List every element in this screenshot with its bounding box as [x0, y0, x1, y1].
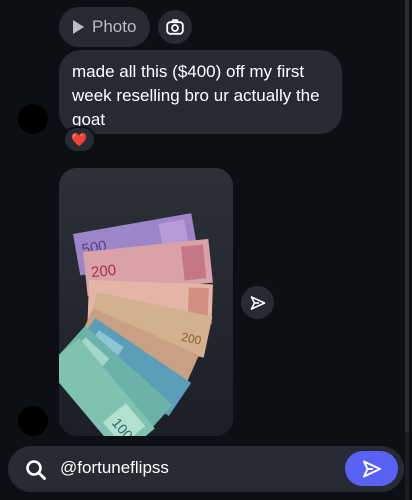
photo-attachment[interactable]: 500 200 200 100: [59, 168, 233, 436]
send-icon: [362, 460, 381, 477]
photo-pill-label: Photo: [92, 17, 137, 36]
banknotes-photo: 500 200 200 100: [59, 168, 233, 436]
send-button[interactable]: [345, 451, 398, 486]
camera-button[interactable]: [158, 10, 192, 44]
reaction-badge[interactable]: ❤️: [63, 126, 96, 153]
scrollbar-thumb[interactable]: [405, 0, 409, 432]
message-input[interactable]: @fortuneflipss: [60, 458, 169, 478]
play-icon: [73, 20, 84, 34]
avatar[interactable]: [18, 104, 48, 134]
note-label-200: 200: [90, 262, 117, 282]
scrollbar[interactable]: [405, 0, 409, 500]
message-bubble[interactable]: made all this ($400) off my first week r…: [59, 50, 342, 134]
camera-icon: [166, 19, 184, 35]
photo-pill[interactable]: Photo: [59, 7, 150, 47]
avatar[interactable]: [18, 406, 48, 436]
message-composer: @fortuneflipss: [8, 446, 404, 492]
heart-reaction-icon: ❤️: [71, 131, 88, 147]
search-button[interactable]: [16, 450, 56, 490]
message-text: made all this ($400) off my first week r…: [72, 62, 320, 129]
share-button[interactable]: [241, 286, 274, 319]
search-icon: [26, 460, 46, 480]
send-arrow-icon: [250, 295, 265, 310]
